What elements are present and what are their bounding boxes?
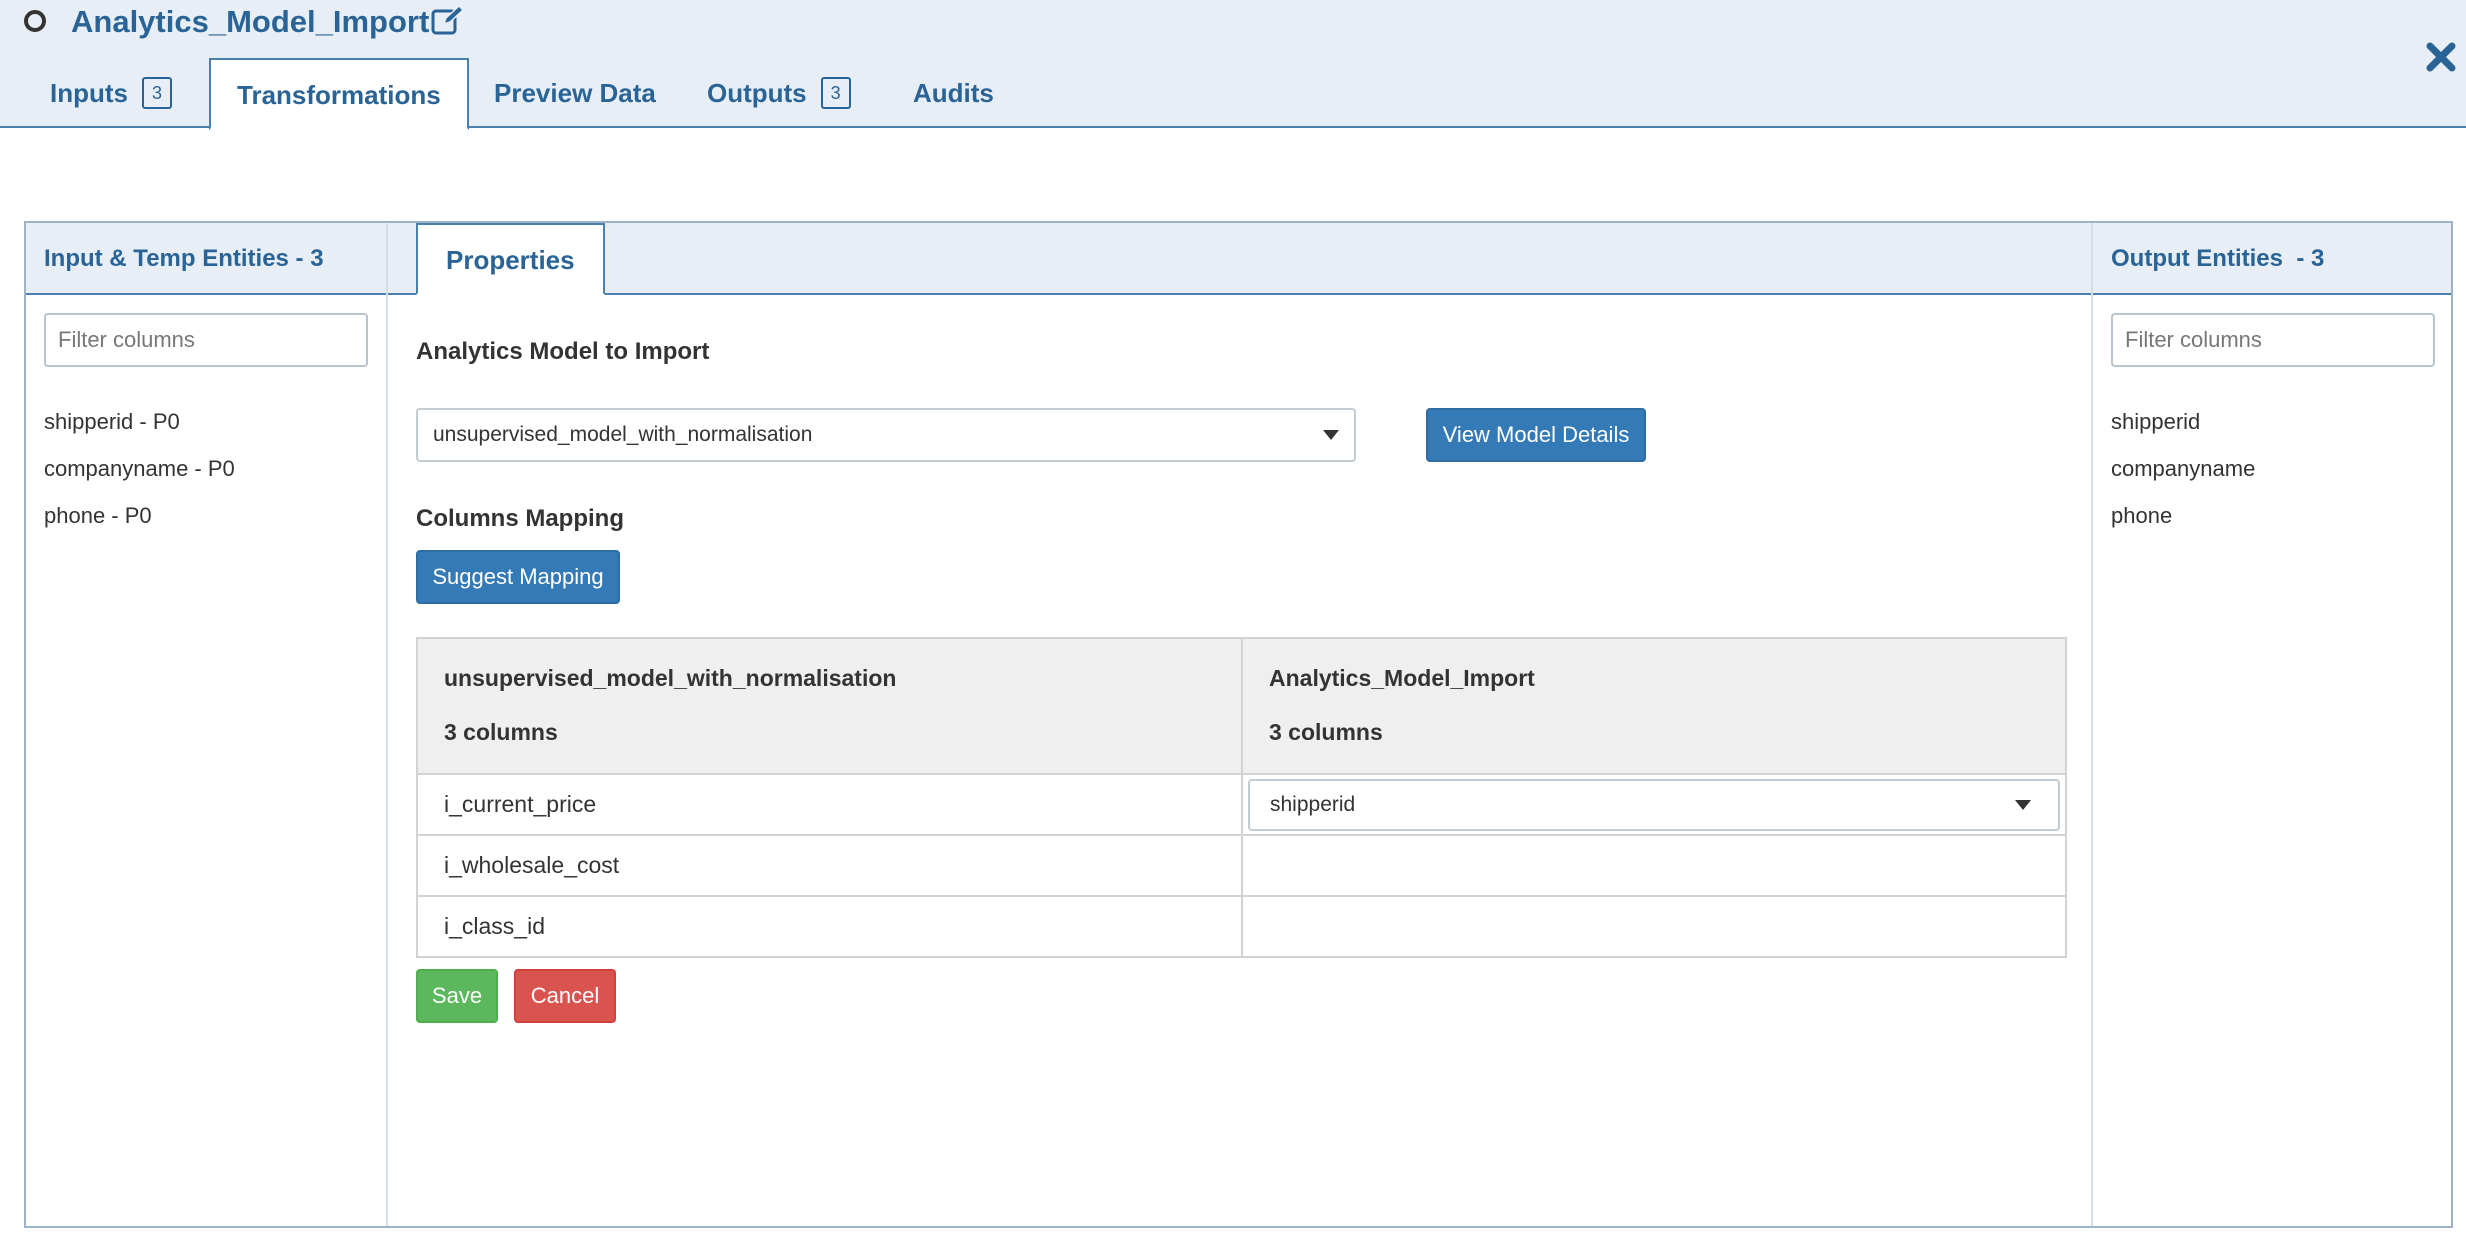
source-column-cell: i_current_price (416, 773, 1243, 836)
tab-audits[interactable]: Audits (887, 58, 1020, 128)
close-icon[interactable] (2424, 40, 2458, 74)
target-column-select-value: shipperid (1270, 792, 1356, 816)
cancel-button[interactable]: Cancel (514, 969, 616, 1023)
input-entities-title: Input & Temp Entities - 3 (44, 245, 324, 272)
properties-panel: Properties Analytics Model to Import uns… (388, 223, 2091, 1226)
suggest-mapping-button[interactable]: Suggest Mapping (416, 550, 620, 604)
tab-outputs-label: Outputs (707, 78, 807, 108)
inputs-count-badge: 3 (142, 77, 173, 110)
tab-preview-data-label: Preview Data (494, 78, 656, 108)
edit-icon[interactable] (430, 4, 466, 36)
tab-properties[interactable]: Properties (416, 223, 605, 295)
page-header: Analytics_Model_Import Inputs 3 Transform… (0, 0, 2466, 130)
model-select-value: unsupervised_model_with_normalisation (433, 423, 813, 446)
tab-transformations[interactable]: Transformations (209, 58, 469, 130)
input-entity-item[interactable]: phone - P0 (44, 492, 235, 539)
table-row: i_class_id (416, 895, 2067, 958)
model-select[interactable]: unsupervised_model_with_normalisation (416, 408, 1356, 462)
output-entity-item[interactable]: shipperid (2111, 398, 2255, 445)
columns-mapping-table: unsupervised_model_with_normalisation 3 … (416, 637, 2067, 958)
outputs-count-badge: 3 (820, 77, 851, 110)
tab-audits-label: Audits (913, 78, 994, 108)
input-filter-columns[interactable] (44, 313, 368, 367)
target-column-select[interactable]: shipperid (1248, 778, 2060, 831)
target-column-count: 3 columns (1269, 719, 1383, 745)
table-row: i_current_price shipperid (416, 773, 2067, 836)
input-entities-panel: Input & Temp Entities - 3 shipperid - P0… (26, 223, 388, 1226)
target-entity-header: Analytics_Model_Import 3 columns (1241, 637, 2067, 775)
output-filter-columns[interactable] (2111, 313, 2435, 367)
status-circle-icon (24, 10, 46, 32)
output-entity-item[interactable]: phone (2111, 492, 2255, 539)
chevron-down-icon (2015, 799, 2031, 810)
target-column-cell[interactable] (1241, 895, 2067, 958)
source-model-header: unsupervised_model_with_normalisation 3 … (416, 637, 1243, 775)
tab-inputs-label: Inputs (50, 78, 128, 108)
source-column-count: 3 columns (444, 719, 558, 745)
columns-mapping-label: Columns Mapping (416, 505, 624, 532)
tab-inputs[interactable]: Inputs 3 (24, 58, 198, 128)
tab-outputs[interactable]: Outputs 3 (681, 58, 877, 128)
save-button[interactable]: Save (416, 969, 498, 1023)
table-row: i_wholesale_cost (416, 834, 2067, 897)
output-entities-title: Output Entities - 3 (2111, 245, 2325, 272)
target-column-cell: shipperid (1241, 773, 2067, 836)
output-entity-item[interactable]: companyname (2111, 445, 2255, 492)
source-column-cell: i_class_id (416, 895, 1243, 958)
target-entity-name: Analytics_Model_Import (1269, 665, 1535, 691)
transformation-panel: Input & Temp Entities - 3 shipperid - P0… (24, 221, 2453, 1228)
input-entity-item[interactable]: shipperid - P0 (44, 398, 235, 445)
target-column-cell[interactable] (1241, 834, 2067, 897)
source-model-name: unsupervised_model_with_normalisation (444, 665, 897, 691)
source-column-cell: i_wholesale_cost (416, 834, 1243, 897)
input-entity-item[interactable]: companyname - P0 (44, 445, 235, 492)
input-entity-list: shipperid - P0 companyname - P0 phone - … (44, 398, 235, 539)
chevron-down-icon (1323, 430, 1339, 440)
model-to-import-label: Analytics Model to Import (416, 338, 710, 365)
view-model-details-button[interactable]: View Model Details (1426, 408, 1646, 462)
tab-transformations-label: Transformations (237, 80, 441, 110)
output-entity-list: shipperid companyname phone (2111, 398, 2255, 539)
output-entities-panel: Output Entities - 3 shipperid companynam… (2091, 223, 2453, 1226)
tab-preview-data[interactable]: Preview Data (468, 58, 682, 128)
page-title: Analytics_Model_Import (71, 4, 430, 39)
